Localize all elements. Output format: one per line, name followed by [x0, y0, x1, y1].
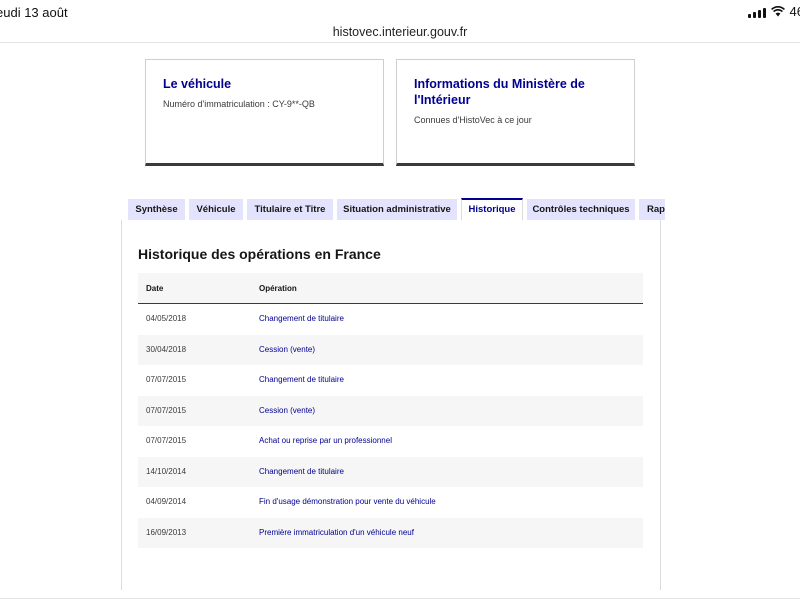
table-row: 07/07/2015 Cession (vente) — [138, 395, 643, 427]
table-row: 04/05/2018 Changement de titulaire — [138, 304, 643, 335]
tab-bar: Synthèse Véhicule Titulaire et Titre Sit… — [128, 198, 665, 220]
table-row: 30/04/2018 Cession (vente) — [138, 334, 643, 366]
row-operation-link[interactable]: Cession (vente) — [259, 396, 315, 427]
tab-vehicule[interactable]: Véhicule — [189, 199, 243, 220]
column-header-date: Date — [146, 284, 164, 293]
battery-percentage: 46 — [789, 4, 800, 19]
table-row: 16/09/2013 Première immatriculation d'un… — [138, 517, 643, 549]
table-row: 04/09/2014 Fin d'usage démonstration pou… — [138, 487, 643, 518]
ministry-card-title: Informations du Ministère de l'Intérieur — [414, 77, 585, 107]
address-divider — [0, 42, 800, 43]
row-date: 30/04/2018 — [146, 344, 187, 354]
vehicle-card-title: Le véhicule — [163, 77, 232, 91]
row-date: 07/07/2015 — [146, 405, 187, 415]
row-date: 16/09/2013 — [146, 527, 187, 537]
row-operation-link[interactable]: Changement de titulaire — [259, 304, 344, 335]
url-text[interactable]: histovec.interieur.gouv.fr — [333, 25, 468, 39]
row-operation-link[interactable]: Première immatriculation d'un véhicule n… — [259, 518, 414, 549]
history-table: Date Opération 04/05/2018 Changement de … — [138, 273, 643, 548]
registration-number: Numéro d'immatriculation : CY-9**-QB — [163, 99, 315, 109]
row-operation-link[interactable]: Fin d'usage démonstration pour vente du … — [259, 487, 436, 518]
row-date: 07/07/2015 — [146, 375, 187, 384]
status-indicators: 46 — [747, 4, 800, 19]
vehicle-card: Le véhicule Numéro d'immatriculation : C… — [145, 59, 384, 166]
row-date: 07/07/2015 — [146, 436, 187, 445]
history-title: Historique des opérations en France — [138, 246, 381, 262]
tab-synthese[interactable]: Synthèse — [128, 199, 185, 220]
table-row: 07/07/2015 Changement de titulaire — [138, 365, 643, 396]
column-header-operation: Opération — [259, 284, 297, 293]
row-operation-link[interactable]: Cession (vente) — [259, 335, 315, 366]
tab-titulaire-et-titre[interactable]: Titulaire et Titre — [247, 199, 333, 220]
wifi-icon — [770, 6, 785, 17]
row-operation-link[interactable]: Achat ou reprise par un professionnel — [259, 426, 392, 457]
table-row: 14/10/2014 Changement de titulaire — [138, 456, 643, 488]
row-operation-link[interactable]: Changement de titulaire — [259, 457, 344, 488]
row-date: 14/10/2014 — [146, 466, 187, 476]
address-bar[interactable]: histovec.interieur.gouv.fr — [0, 20, 800, 44]
row-date: 04/05/2018 — [146, 314, 187, 323]
cellular-signal-icon — [747, 6, 766, 18]
tab-situation-administrative[interactable]: Situation administrative — [337, 199, 457, 220]
status-time: eudi 13 août — [0, 5, 68, 20]
tab-controles-techniques[interactable]: Contrôles techniques — [527, 199, 635, 220]
page-bottom-divider — [0, 598, 800, 599]
ministry-card-subtitle: Connues d'HistoVec à ce jour — [414, 115, 532, 125]
tab-historique[interactable]: Historique — [461, 198, 523, 220]
ministry-card: Informations du Ministère de l'Intérieur… — [396, 59, 635, 166]
tab-rapport[interactable]: Rap — [639, 199, 665, 220]
table-row: 07/07/2015 Achat ou reprise par un profe… — [138, 426, 643, 457]
table-header: Date Opération — [138, 273, 643, 304]
row-date: 04/09/2014 — [146, 497, 187, 506]
row-operation-link[interactable]: Changement de titulaire — [259, 365, 344, 396]
